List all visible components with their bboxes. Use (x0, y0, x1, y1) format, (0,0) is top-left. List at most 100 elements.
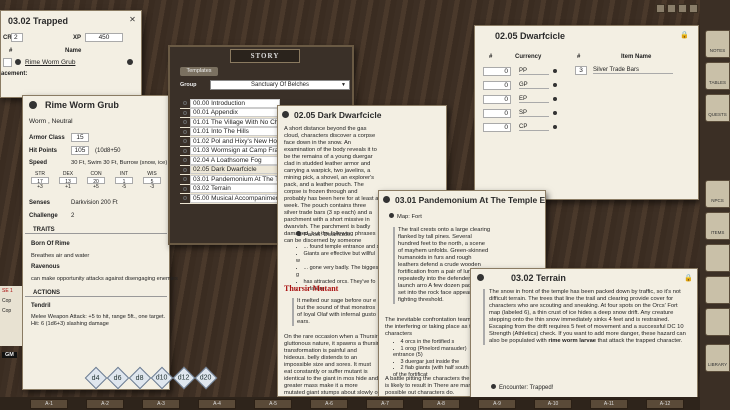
hotkey-slot[interactable]: A-2 (86, 399, 124, 409)
list-item[interactable]: 01.01 The Village With No Cheer (180, 117, 280, 128)
hotkey-slot[interactable]: A-9 (478, 399, 516, 409)
hotkey-slot[interactable]: A-4 (198, 399, 236, 409)
npc-token-icon[interactable] (29, 101, 37, 109)
story-entry-terrain[interactable]: 03.02 Terrain 🔒 The snow in front of the… (470, 268, 698, 403)
close-icon[interactable]: ✕ (128, 15, 137, 24)
hotkey-slot[interactable]: A-8 (422, 399, 460, 409)
hotkey-slot[interactable]: A-11 (590, 399, 628, 409)
terrain-title: 03.02 Terrain (511, 273, 566, 283)
sidebar-tab-quests[interactable]: QUESTS (705, 94, 730, 122)
ability-dex[interactable]: DEX 13 +1 (59, 171, 77, 190)
list-item[interactable]: 01.02 Pol and Hixy's New Horse (180, 136, 280, 147)
lock-icon[interactable]: 🔒 (684, 275, 693, 282)
hp-field[interactable]: 105 (71, 146, 89, 155)
sidebar-tab-npcs[interactable]: NPCS (705, 180, 730, 208)
name-header: Name (65, 48, 82, 54)
ability-str[interactable]: STR 17 +3 (31, 171, 49, 190)
encounter-link[interactable]: Encounter: Trapped! (491, 384, 553, 391)
subhead-thursir: Thursir Mutant (284, 284, 339, 293)
map-link[interactable]: Map: Fort (389, 213, 422, 220)
list-item[interactable]: 05.00 Musical Accompaniment (180, 193, 280, 204)
toolbar-icon[interactable] (678, 4, 687, 13)
list-item[interactable]: 01.03 Wormsign at Camp Fraugh (180, 146, 280, 156)
group-select-value: Sanctuary Of Belches (250, 82, 310, 88)
ac-field[interactable]: 15 (71, 133, 89, 142)
link-icon[interactable] (15, 59, 21, 65)
delete-icon[interactable] (127, 59, 133, 65)
toolbar-icon[interactable] (656, 4, 665, 13)
list-item[interactable]: 00.00 Introduction (180, 98, 280, 109)
sidebar-tab-library[interactable]: LIBRARY (705, 344, 730, 372)
currency-list: 0 PP 0 GP 0 EP 0 SP 0 CP (483, 64, 569, 134)
lock-icon[interactable]: 🔒 (680, 32, 689, 39)
xp-field[interactable]: 450 (85, 33, 123, 42)
sidebar-tab-notes[interactable]: NOTES (705, 30, 730, 58)
parcel-window[interactable]: 02.05 Dwarfcicle 🔒 # Currency # Item Nam… (474, 25, 699, 200)
list-item[interactable]: 01.01 Into The Hills (180, 127, 280, 137)
hotkey-slot[interactable]: A-3 (142, 399, 180, 409)
hotkey-slot[interactable]: A-5 (254, 399, 292, 409)
ability-wis[interactable]: WIS 5 -3 (143, 171, 161, 190)
currency-row[interactable]: 0 GP (483, 78, 569, 92)
currency-row[interactable]: 0 EP (483, 92, 569, 106)
templates-button[interactable]: Templates (180, 67, 218, 76)
story-list: 00.00 Introduction 00.01 Appendix 01.01 … (180, 98, 280, 204)
item-header: Item Name (621, 54, 652, 60)
dwarf-story-p2: It melted our sage before our e but the … (292, 298, 380, 326)
npc-sheet-window[interactable]: Rime Worm Grub Worm , Neutral Armor Clas… (22, 95, 178, 390)
hotkey-slot[interactable]: A-10 (534, 399, 572, 409)
toolbar-icons (656, 4, 700, 16)
action-tendril-text: Melee Weapon Attack: +5 to hit, range 5f… (31, 314, 166, 327)
senses-value: Darkvision 200 Ft (71, 200, 118, 206)
delete-icon (553, 125, 557, 129)
encounter-window[interactable]: 03.02 Trapped ✕ CR 2 XP 450 # Name Rime … (0, 10, 142, 98)
parcel-link[interactable]: Parcel: Dwarfcicle (296, 231, 350, 238)
sidebar-tab-items[interactable]: ITEMS (705, 212, 730, 240)
traits-header: TRAITS (25, 227, 167, 234)
count-field[interactable] (3, 58, 12, 67)
group-select[interactable]: Sanctuary Of Belches ▼ (210, 80, 350, 90)
hotkey-slot[interactable]: A-1 (30, 399, 68, 409)
trait-born-of-rime: Born Of Rime (31, 241, 70, 247)
item-row[interactable]: 3 Silver Trade Bars (575, 66, 673, 75)
story-icon (477, 274, 484, 281)
delete-icon (553, 69, 557, 73)
currency-row[interactable]: 0 SP (483, 106, 569, 120)
delete-icon (553, 111, 557, 115)
ability-con[interactable]: CON 20 +5 (87, 171, 105, 190)
group-label: Group (180, 82, 197, 88)
hp-label: Hit Points (29, 148, 57, 154)
hash-header: # (9, 48, 13, 54)
speed-value: 30 Ft, Swim 30 Ft, Burrow (snow, ice) (71, 160, 168, 166)
dwarf-story-p1: A short distance beyond the gas cloud, c… (284, 126, 379, 244)
item-hash: # (577, 54, 581, 60)
list-item[interactable]: 03.02 Terrain (180, 184, 280, 194)
trait-born-text: Breathes air and water (31, 253, 90, 259)
sidebar-tab-5[interactable] (705, 244, 730, 272)
story-title: STORY (230, 49, 300, 63)
link-icon[interactable] (389, 213, 394, 218)
hotkey-slot[interactable]: A-12 (646, 399, 684, 409)
hotkey-slot[interactable]: A-7 (366, 399, 404, 409)
list-item[interactable]: 02.04 A Loathsome Fog (180, 155, 280, 166)
npc-name[interactable]: Rime Worm Grub (25, 59, 75, 66)
link-icon[interactable] (296, 231, 301, 236)
ability-int[interactable]: INT 1 -5 (115, 171, 133, 190)
sidebar-tab-6[interactable] (705, 276, 730, 304)
sidebar-tab-tables[interactable]: TABLES (705, 62, 730, 90)
list-item[interactable]: 00.01 Appendix (180, 108, 280, 118)
cr-field[interactable]: 2 (11, 33, 23, 42)
toolbar-icon[interactable] (689, 4, 698, 13)
list-item[interactable]: 03.01 Pandemonium At The Temple (180, 174, 280, 185)
toolbar-icon[interactable] (667, 4, 676, 13)
delete-icon (553, 97, 557, 101)
action-tendril[interactable]: Tendril (31, 303, 51, 309)
trait-ravenous-text: can make opportunity attacks against dis… (31, 276, 178, 282)
actions-header: ACTIONS (25, 290, 167, 297)
list-item[interactable]: 02.05 Dark Dwarfcicle (180, 165, 280, 175)
link-icon[interactable] (491, 384, 496, 389)
currency-row[interactable]: 0 PP (483, 64, 569, 78)
sidebar-tab-7[interactable] (705, 308, 730, 336)
hotkey-slot[interactable]: A-6 (310, 399, 348, 409)
currency-row[interactable]: 0 CP (483, 120, 569, 134)
